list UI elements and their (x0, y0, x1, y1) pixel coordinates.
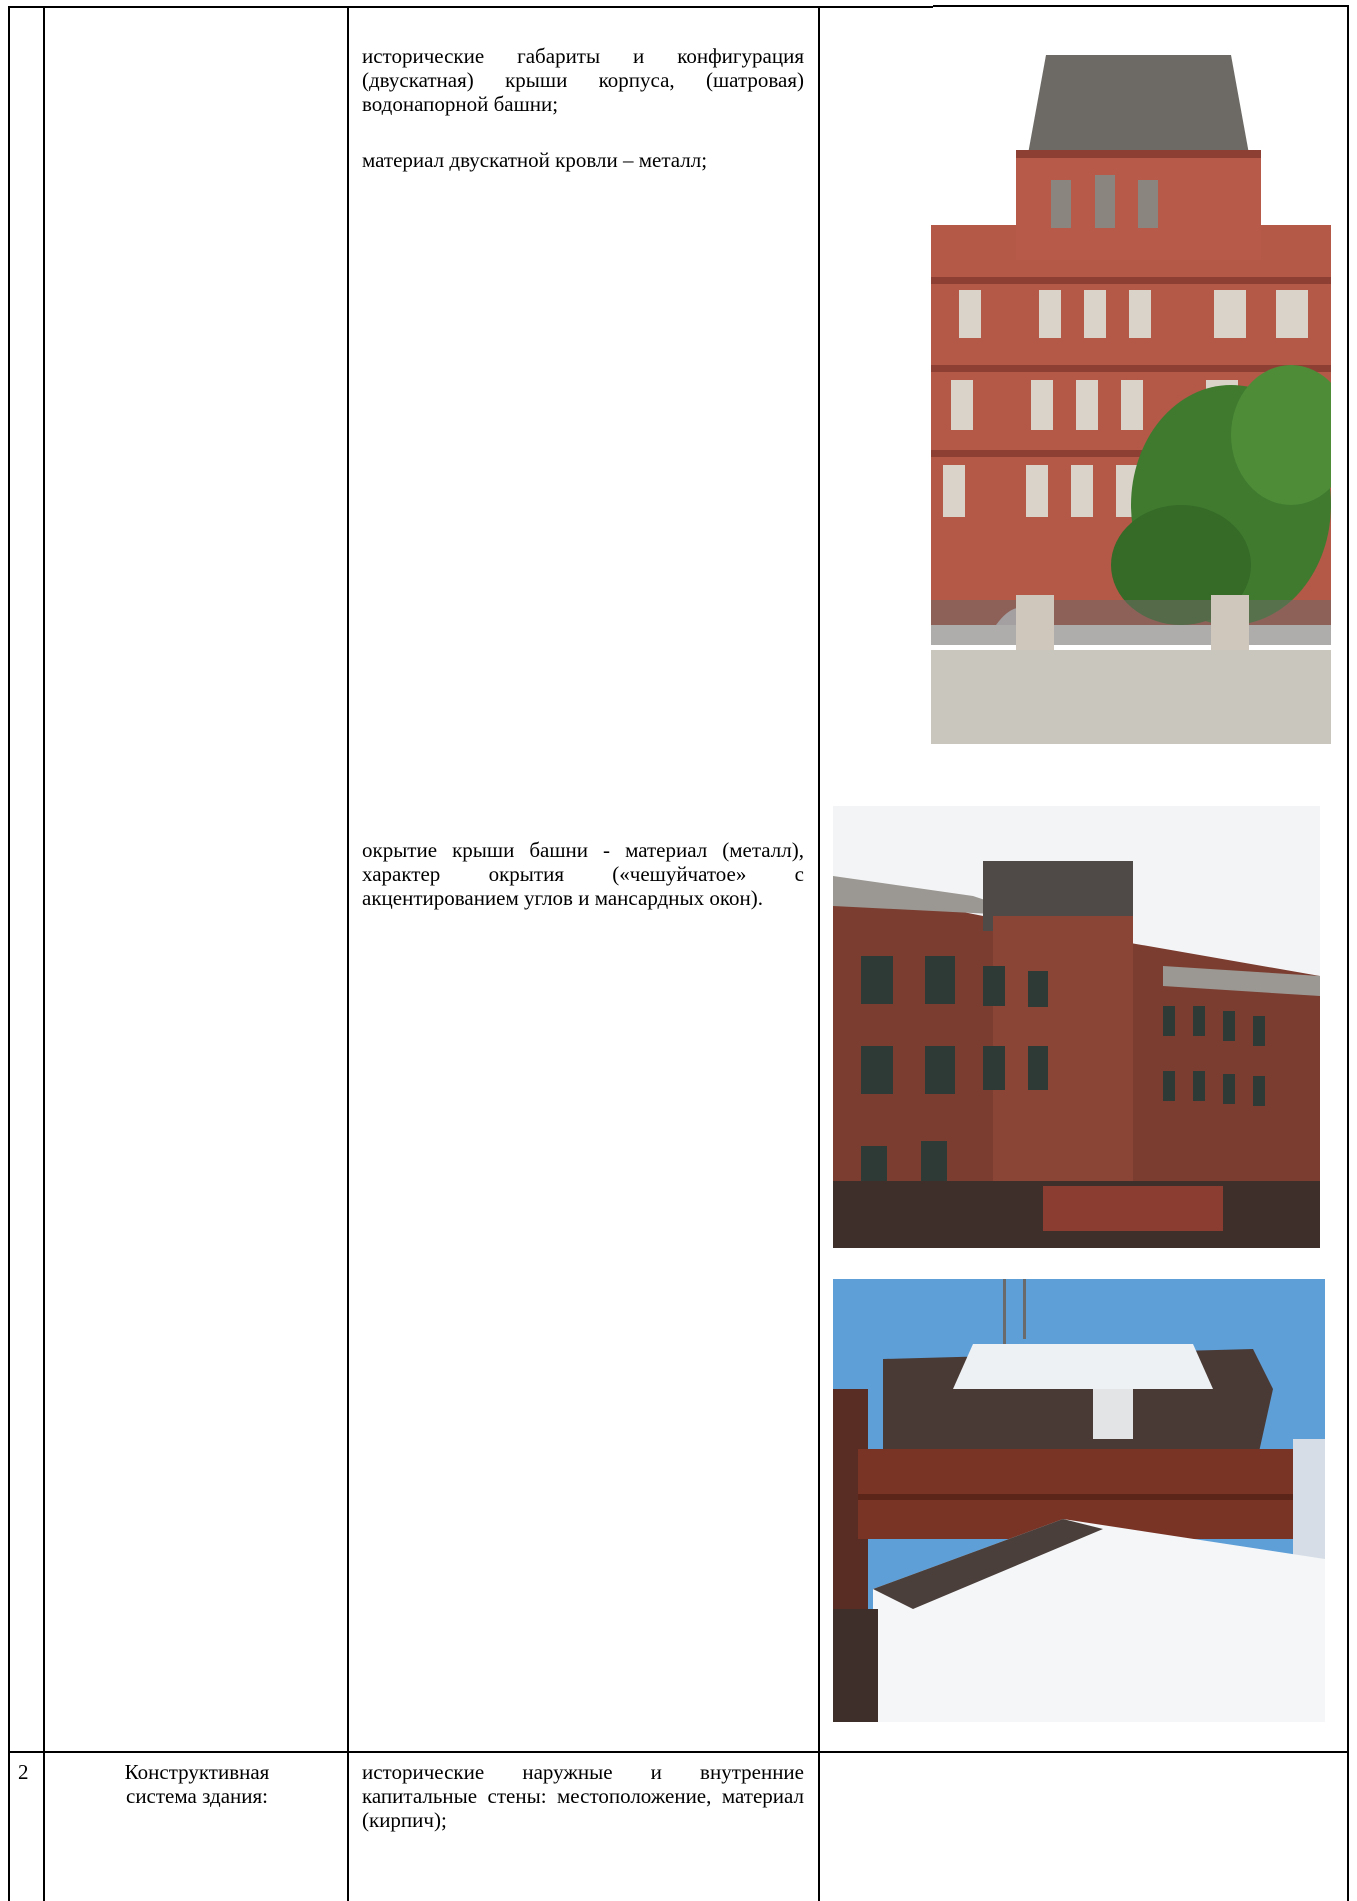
table-row-divider (8, 1751, 1349, 1753)
snowy-roof-photo (833, 1279, 1325, 1722)
courtyard-building-photo (833, 806, 1320, 1248)
tower-roof-text: окрытие крыши башни - материал (металл),… (362, 838, 804, 910)
table-border-top-right (933, 5, 1349, 7)
row2-number: 2 (18, 1760, 29, 1784)
row2-description: исторические наружные и внутренние капит… (362, 1760, 804, 1832)
roof-dimensions-text: исторические габариты и конфигурация (дв… (362, 44, 804, 116)
table-col-divider-2 (347, 6, 349, 1901)
table-border-right (1347, 6, 1349, 1901)
document-page: исторические габариты и конфигурация (дв… (0, 0, 1357, 1901)
roof-material-text: материал двускатной кровли – металл; (362, 148, 708, 172)
tower-facade-photo (931, 55, 1331, 744)
table-col-divider-1 (43, 6, 45, 1901)
table-border-top (8, 6, 933, 8)
table-border-left (8, 6, 10, 1901)
table-col-divider-3 (818, 6, 820, 1901)
row1-description: исторические габариты и конфигурация (дв… (362, 44, 804, 172)
row2-name: Конструктивная система здания: (124, 1760, 270, 1808)
